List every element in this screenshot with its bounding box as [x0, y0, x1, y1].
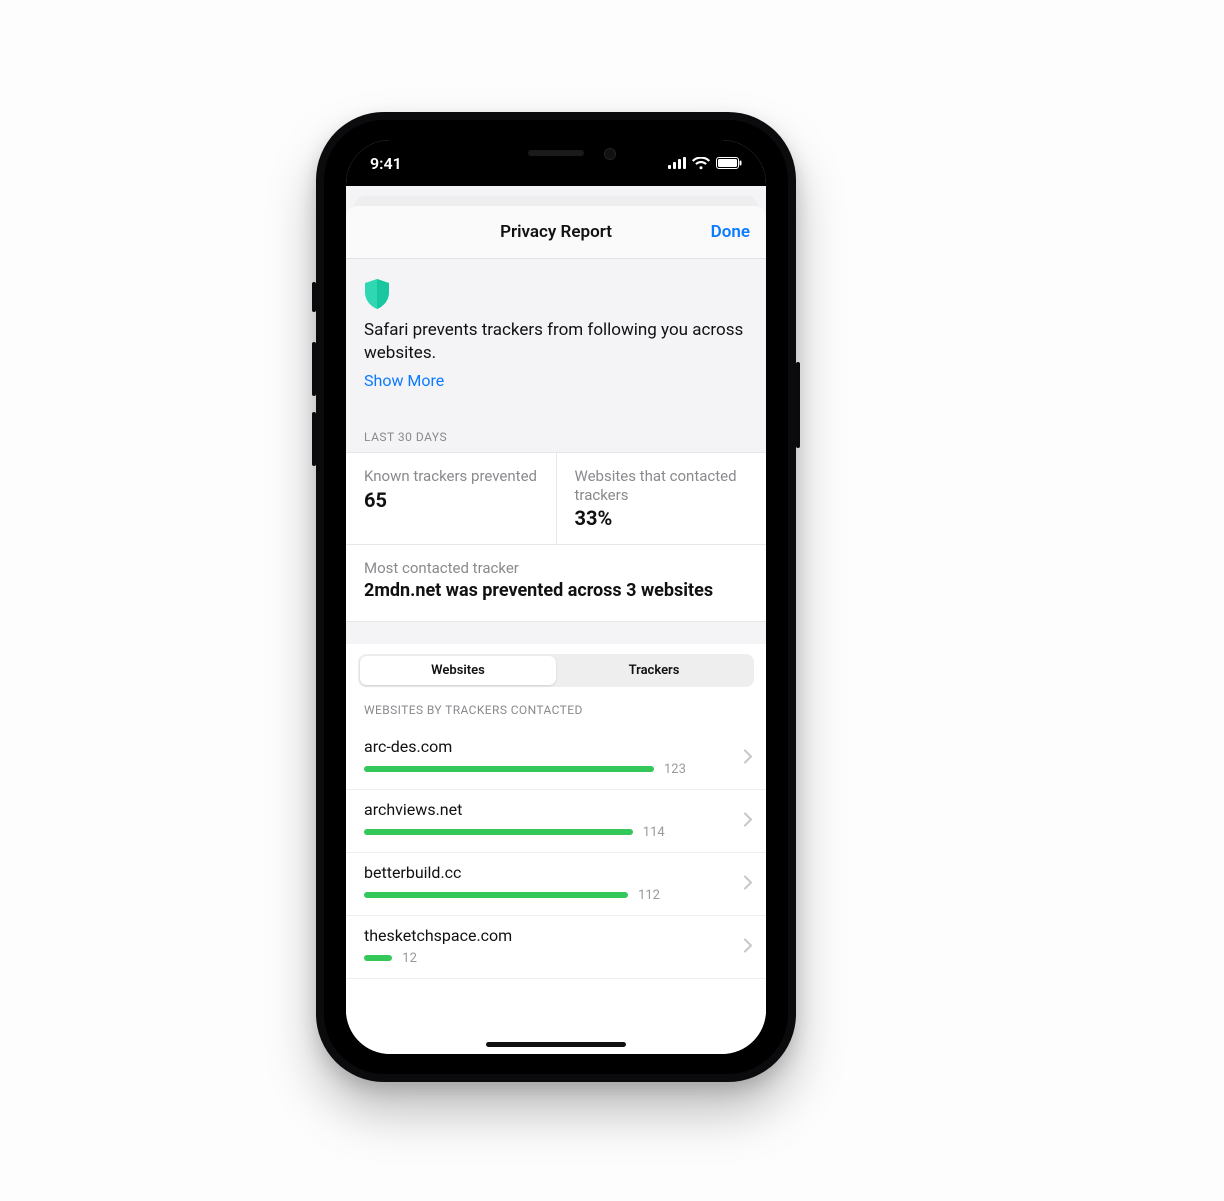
most-contacted-value: 2mdn.net was prevented across 3 websites [364, 579, 748, 602]
intro-section: Safari prevents trackers from following … [346, 259, 766, 404]
list-section-label: WEBSITES BY TRACKERS CONTACTED [346, 697, 766, 727]
tracker-count-bar [364, 829, 633, 835]
intro-text: Safari prevents trackers from following … [364, 319, 748, 365]
side-button [796, 362, 800, 448]
show-more-link[interactable]: Show More [364, 371, 444, 390]
tracker-count-bar [364, 766, 654, 772]
chevron-right-icon [744, 811, 752, 830]
stat-value: 33% [575, 506, 749, 530]
done-button[interactable]: Done [711, 206, 750, 258]
wifi-icon [692, 157, 710, 170]
sheet-header: Privacy Report Done [346, 206, 766, 259]
tab-trackers[interactable]: Trackers [556, 656, 752, 685]
tracker-count: 114 [643, 825, 665, 840]
most-contacted-label: Most contacted tracker [364, 559, 748, 577]
stats-row: Known trackers prevented 65 Websites tha… [346, 452, 766, 546]
stat-known-trackers: Known trackers prevented 65 [346, 453, 556, 545]
tab-websites[interactable]: Websites [360, 656, 556, 685]
home-indicator[interactable] [486, 1042, 626, 1047]
volume-up-button [312, 342, 316, 396]
website-domain: arc-des.com [364, 737, 748, 756]
website-row[interactable]: thesketchspace.com 12 [346, 916, 766, 979]
website-row[interactable]: archviews.net 114 [346, 790, 766, 853]
website-row[interactable]: betterbuild.cc 112 [346, 853, 766, 916]
segmented-control[interactable]: Websites Trackers [358, 654, 754, 687]
stat-websites-contacted: Websites that contacted trackers 33% [556, 453, 767, 545]
most-contacted-section: Most contacted tracker 2mdn.net was prev… [346, 545, 766, 621]
cellular-signal-icon [668, 157, 686, 169]
website-domain: betterbuild.cc [364, 863, 748, 882]
chevron-right-icon [744, 874, 752, 893]
tracker-count: 112 [638, 888, 660, 903]
period-label: LAST 30 DAYS [346, 404, 766, 452]
shield-icon [364, 279, 390, 309]
sheet-title: Privacy Report [500, 222, 612, 242]
chevron-right-icon [744, 748, 752, 767]
screen: 9:41 Privacy Report [346, 140, 766, 1054]
stat-label: Known trackers prevented [364, 467, 538, 486]
website-domain: thesketchspace.com [364, 926, 748, 945]
mute-switch [312, 282, 316, 312]
status-time: 9:41 [370, 154, 402, 173]
tracker-count: 12 [402, 951, 417, 966]
stat-value: 65 [364, 488, 538, 512]
notch [456, 140, 656, 170]
tracker-count: 123 [664, 762, 686, 777]
tracker-count-bar [364, 892, 628, 898]
segmented-control-wrap: Websites Trackers [346, 644, 766, 697]
privacy-report-sheet: Privacy Report Done Safari prevents trac… [346, 206, 766, 1054]
website-domain: archviews.net [364, 800, 748, 819]
section-gap [346, 622, 766, 644]
stat-label: Websites that contacted trackers [575, 467, 749, 505]
volume-down-button [312, 412, 316, 466]
websites-list: arc-des.com 123 archviews.net 114 betterbuil… [346, 727, 766, 979]
tracker-count-bar [364, 955, 392, 961]
chevron-right-icon [744, 937, 752, 956]
phone-frame: 9:41 Privacy Report [316, 112, 796, 1082]
website-row[interactable]: arc-des.com 123 [346, 727, 766, 790]
battery-icon [716, 157, 742, 169]
